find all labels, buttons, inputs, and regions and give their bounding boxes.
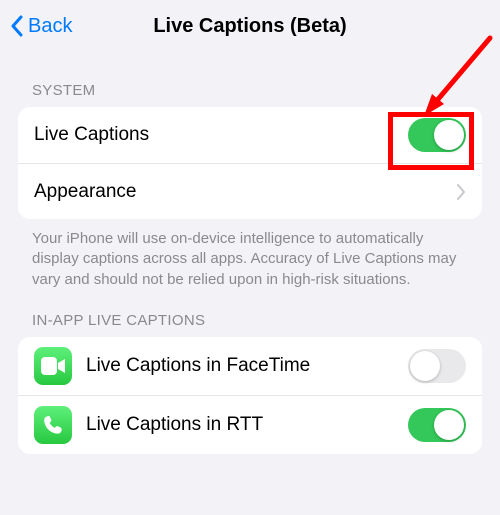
toggle-facetime[interactable] (408, 349, 466, 383)
back-label: Back (28, 15, 72, 38)
row-label: Appearance (34, 181, 443, 203)
toggle-rtt[interactable] (408, 408, 466, 442)
phone-icon (34, 406, 72, 444)
chevron-left-icon (10, 15, 24, 37)
toggle-live-captions[interactable] (408, 118, 466, 152)
back-button[interactable]: Back (0, 15, 72, 38)
row-live-captions[interactable]: Live Captions (18, 107, 482, 163)
row-label: Live Captions (34, 124, 394, 146)
page-title: Live Captions (Beta) (0, 15, 500, 38)
row-label: Live Captions in RTT (86, 414, 394, 436)
section-footer-system: Your iPhone will use on-device intellige… (18, 219, 482, 290)
section-header-in-app: IN-APP LIVE CAPTIONS (18, 290, 482, 337)
content: SYSTEM Live Captions Appearance Your iPh… (0, 52, 500, 454)
row-label: Live Captions in FaceTime (86, 355, 394, 377)
navigation-bar: Back Live Captions (Beta) (0, 0, 500, 52)
row-rtt[interactable]: Live Captions in RTT (18, 395, 482, 454)
group-in-app: Live Captions in FaceTime Live Captions … (18, 337, 482, 454)
group-system: Live Captions Appearance (18, 107, 482, 219)
facetime-icon (34, 347, 72, 385)
section-header-system: SYSTEM (18, 52, 482, 107)
chevron-right-icon (457, 184, 466, 200)
row-facetime[interactable]: Live Captions in FaceTime (18, 337, 482, 395)
row-appearance[interactable]: Appearance (18, 163, 482, 219)
